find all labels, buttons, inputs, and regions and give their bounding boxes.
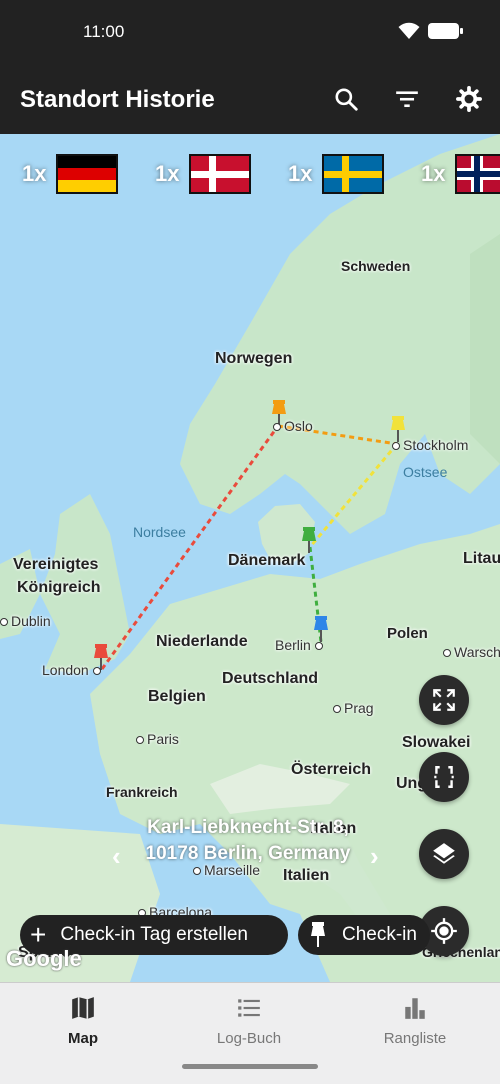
label-dublin: Dublin (0, 613, 51, 629)
app-bar: Standort Historie (0, 66, 500, 134)
my-location-icon (431, 918, 457, 944)
map-view[interactable]: 1x 1x 1x 1x Schweden Norwegen Oslo Stock… (0, 134, 500, 982)
label-austria: Österreich (291, 761, 372, 778)
system-icons (398, 22, 464, 40)
nav-logbook[interactable]: Log-Buch (166, 995, 332, 1047)
layers-icon (433, 843, 455, 864)
label-berlin: Berlin (275, 637, 326, 653)
nav-map[interactable]: Map (0, 995, 166, 1047)
label-baltic: Ostsee (403, 464, 448, 480)
filter-icon (396, 91, 418, 108)
settings-button[interactable] (454, 84, 484, 114)
settings-icon (456, 86, 482, 112)
label-london: London (42, 662, 104, 678)
current-address: Karl-Liebknecht-Str. 8, 10178 Berlin, Ge… (145, 817, 351, 864)
label-uk-line1: Vereinigtes (13, 556, 99, 573)
next-arrow-icon[interactable]: › (370, 841, 379, 872)
label-germany: Deutschland (222, 670, 319, 687)
fullscreen-button[interactable] (419, 675, 469, 725)
label-poland: Polen (387, 625, 428, 642)
label-uk-line2: Königreich (17, 579, 101, 596)
label-sweden: Schweden (341, 258, 411, 274)
label-france: Frankreich (106, 784, 178, 800)
label-lithuania: Litau (463, 550, 500, 567)
label-paris: Paris (136, 731, 179, 747)
previous-arrow-icon[interactable]: ‹ (112, 841, 121, 872)
nav-ranking-label: Rangliste (383, 1030, 447, 1047)
google-attribution: Google (6, 946, 82, 971)
plus-icon: + (30, 919, 47, 950)
page-title: Standort Historie (20, 86, 215, 113)
wifi-icon (398, 22, 420, 39)
label-norway: Norwegen (215, 350, 293, 367)
label-slovakia: Slowakei (402, 734, 471, 751)
bar-chart-icon (405, 998, 425, 1019)
label-oslo: Oslo (273, 418, 313, 434)
label-denmark: Dänemark (228, 552, 306, 569)
status-time: 11:00 (83, 22, 125, 41)
address-carousel: ‹ Karl-Liebknecht-Str. 8, 10178 Berlin, … (100, 815, 400, 895)
home-indicator[interactable] (182, 1064, 318, 1069)
label-belgium: Belgien (148, 688, 206, 705)
map-icon (72, 997, 94, 1019)
label-warsaw: Warsch (443, 644, 500, 660)
label-prague: Prag (333, 700, 374, 716)
create-checkin-day-label: Check-in Tag erstellen (60, 924, 248, 945)
label-north-sea: Nordsee (133, 524, 186, 540)
nav-logbook-label: Log-Buch (216, 1030, 282, 1047)
fullscreen-icon (433, 689, 455, 711)
layers-button[interactable] (419, 829, 469, 879)
label-stockholm: Stockholm (392, 437, 468, 453)
search-button[interactable] (331, 84, 361, 114)
list-icon (238, 999, 260, 1017)
pushpin-icon (311, 922, 325, 947)
nav-map-label: Map (68, 1030, 98, 1047)
filter-button[interactable] (392, 84, 422, 114)
battery-icon (428, 23, 463, 39)
status-bar: 11:00 (0, 0, 500, 66)
fit-bounds-icon (434, 766, 454, 788)
checkin-label: Check-in (342, 924, 417, 945)
fit-bounds-button[interactable] (419, 752, 469, 802)
checkin-button[interactable]: Check-in (298, 915, 430, 955)
search-icon (335, 88, 358, 111)
nav-ranking[interactable]: Rangliste (332, 995, 498, 1047)
label-netherlands: Niederlande (156, 633, 248, 650)
pin-denmark-icon[interactable] (300, 527, 318, 555)
